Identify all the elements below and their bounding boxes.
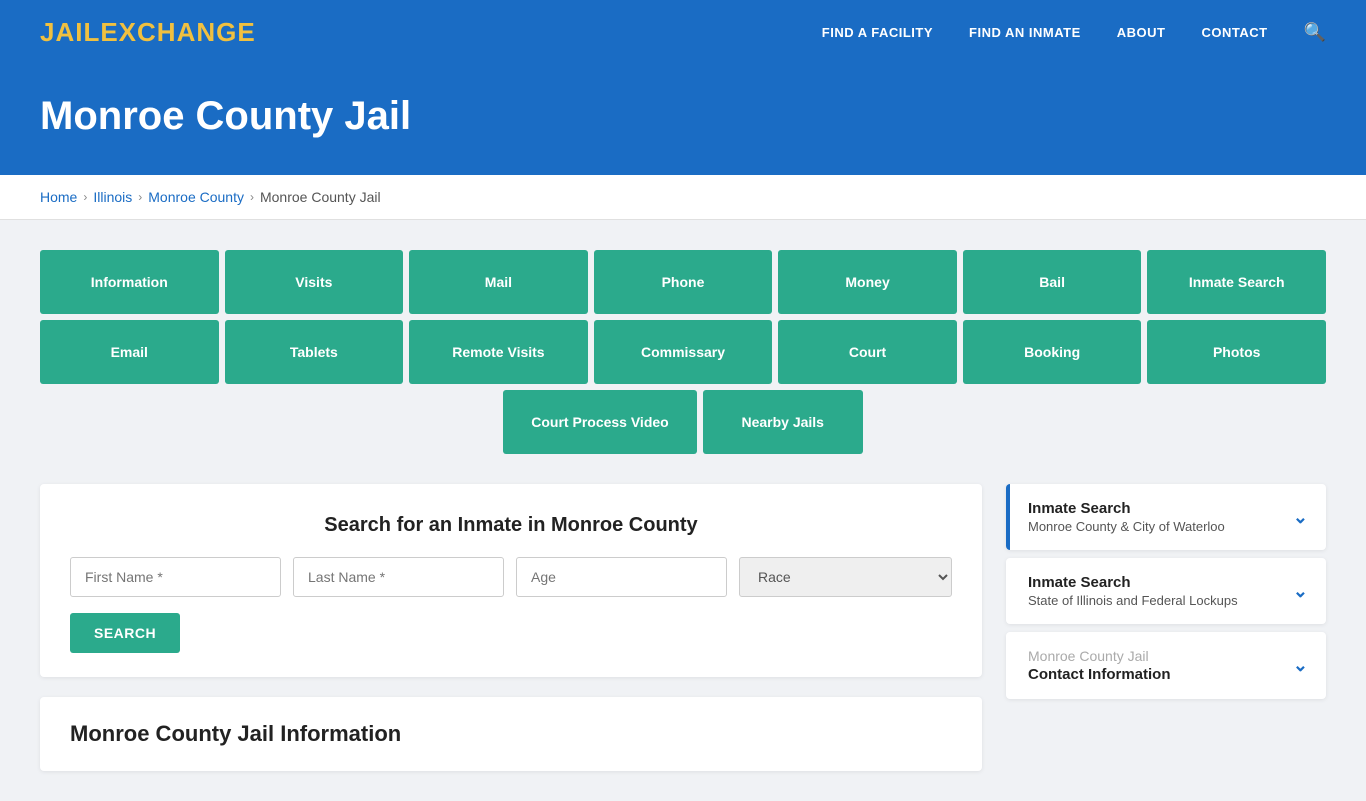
info-title: Monroe County Jail Information [70, 721, 952, 747]
breadcrumb-monroe-county[interactable]: Monroe County [148, 189, 244, 205]
tile-inmate-search[interactable]: Inmate Search [1147, 250, 1326, 314]
chevron-down-icon-2: ⌄ [1293, 581, 1308, 602]
last-name-input[interactable] [293, 557, 504, 597]
logo[interactable]: JAILEXCHANGE [40, 17, 256, 48]
tile-buttons-row3: Court Process Video Nearby Jails [40, 390, 1326, 454]
sidebar-card-2-header[interactable]: Inmate Search State of Illinois and Fede… [1006, 558, 1326, 624]
tile-court-process-video[interactable]: Court Process Video [503, 390, 696, 454]
nav-find-facility[interactable]: FIND A FACILITY [822, 25, 933, 40]
breadcrumb-home[interactable]: Home [40, 189, 77, 205]
tile-remote-visits[interactable]: Remote Visits [409, 320, 588, 384]
sidebar-card-2: Inmate Search State of Illinois and Fede… [1006, 558, 1326, 624]
race-select[interactable]: Race [739, 557, 952, 597]
tile-buttons-row1: Information Visits Mail Phone Money Bail… [40, 250, 1326, 314]
tile-court[interactable]: Court [778, 320, 957, 384]
sidebar-card-3-bottom: Contact Information [1028, 666, 1171, 683]
sidebar-card-1-header[interactable]: Inmate Search Monroe County & City of Wa… [1006, 484, 1326, 550]
tile-information[interactable]: Information [40, 250, 219, 314]
search-button[interactable]: SEARCH [70, 613, 180, 653]
tile-tablets[interactable]: Tablets [225, 320, 404, 384]
tile-bail[interactable]: Bail [963, 250, 1142, 314]
info-box: Monroe County Jail Information [40, 697, 982, 771]
breadcrumb: Home › Illinois › Monroe County › Monroe… [0, 175, 1366, 220]
tile-phone[interactable]: Phone [594, 250, 773, 314]
sidebar-card-2-bottom: State of Illinois and Federal Lockups [1028, 593, 1238, 608]
breadcrumb-illinois[interactable]: Illinois [93, 189, 132, 205]
tile-photos[interactable]: Photos [1147, 320, 1326, 384]
age-input[interactable] [516, 557, 727, 597]
inmate-search-box: Search for an Inmate in Monroe County Ra… [40, 484, 982, 677]
first-name-input[interactable] [70, 557, 281, 597]
breadcrumb-current: Monroe County Jail [260, 189, 381, 205]
tile-email[interactable]: Email [40, 320, 219, 384]
sidebar-card-3-top: Monroe County Jail [1028, 648, 1171, 664]
nav-links: FIND A FACILITY FIND AN INMATE ABOUT CON… [822, 22, 1326, 43]
tile-buttons-row2: Email Tablets Remote Visits Commissary C… [40, 320, 1326, 384]
tile-commissary[interactable]: Commissary [594, 320, 773, 384]
right-panel: Inmate Search Monroe County & City of Wa… [1006, 484, 1326, 771]
search-title: Search for an Inmate in Monroe County [70, 514, 952, 537]
sidebar-card-3-titles: Monroe County Jail Contact Information [1028, 648, 1171, 683]
page-title: Monroe County Jail [40, 94, 1326, 139]
sidebar-card-2-top: Inmate Search [1028, 574, 1238, 591]
sidebar-card-1-titles: Inmate Search Monroe County & City of Wa… [1028, 500, 1225, 534]
breadcrumb-sep-1: › [83, 190, 87, 204]
search-fields: Race [70, 557, 952, 597]
chevron-down-icon-1: ⌄ [1293, 507, 1308, 528]
hero-section: Monroe County Jail [0, 64, 1366, 175]
nav-about[interactable]: ABOUT [1117, 25, 1166, 40]
tile-booking[interactable]: Booking [963, 320, 1142, 384]
navbar: JAILEXCHANGE FIND A FACILITY FIND AN INM… [0, 0, 1366, 64]
breadcrumb-sep-3: › [250, 190, 254, 204]
search-icon[interactable]: 🔍 [1304, 22, 1326, 43]
sidebar-card-1: Inmate Search Monroe County & City of Wa… [1006, 484, 1326, 550]
tile-nearby-jails[interactable]: Nearby Jails [703, 390, 863, 454]
tile-money[interactable]: Money [778, 250, 957, 314]
left-panel: Search for an Inmate in Monroe County Ra… [40, 484, 982, 771]
sidebar-card-1-bottom: Monroe County & City of Waterloo [1028, 519, 1225, 534]
logo-exchange: EXCHANGE [100, 17, 255, 47]
content-area: Search for an Inmate in Monroe County Ra… [40, 484, 1326, 771]
main-content: Information Visits Mail Phone Money Bail… [0, 220, 1366, 801]
tile-visits[interactable]: Visits [225, 250, 404, 314]
nav-find-inmate[interactable]: FIND AN INMATE [969, 25, 1081, 40]
sidebar-card-3: Monroe County Jail Contact Information ⌄ [1006, 632, 1326, 699]
breadcrumb-sep-2: › [138, 190, 142, 204]
logo-jail: JAIL [40, 17, 100, 47]
chevron-down-icon-3: ⌄ [1293, 655, 1308, 676]
sidebar-card-3-header[interactable]: Monroe County Jail Contact Information ⌄ [1006, 632, 1326, 699]
sidebar-card-2-titles: Inmate Search State of Illinois and Fede… [1028, 574, 1238, 608]
nav-contact[interactable]: CONTACT [1201, 25, 1267, 40]
sidebar-card-1-top: Inmate Search [1028, 500, 1225, 517]
tile-mail[interactable]: Mail [409, 250, 588, 314]
